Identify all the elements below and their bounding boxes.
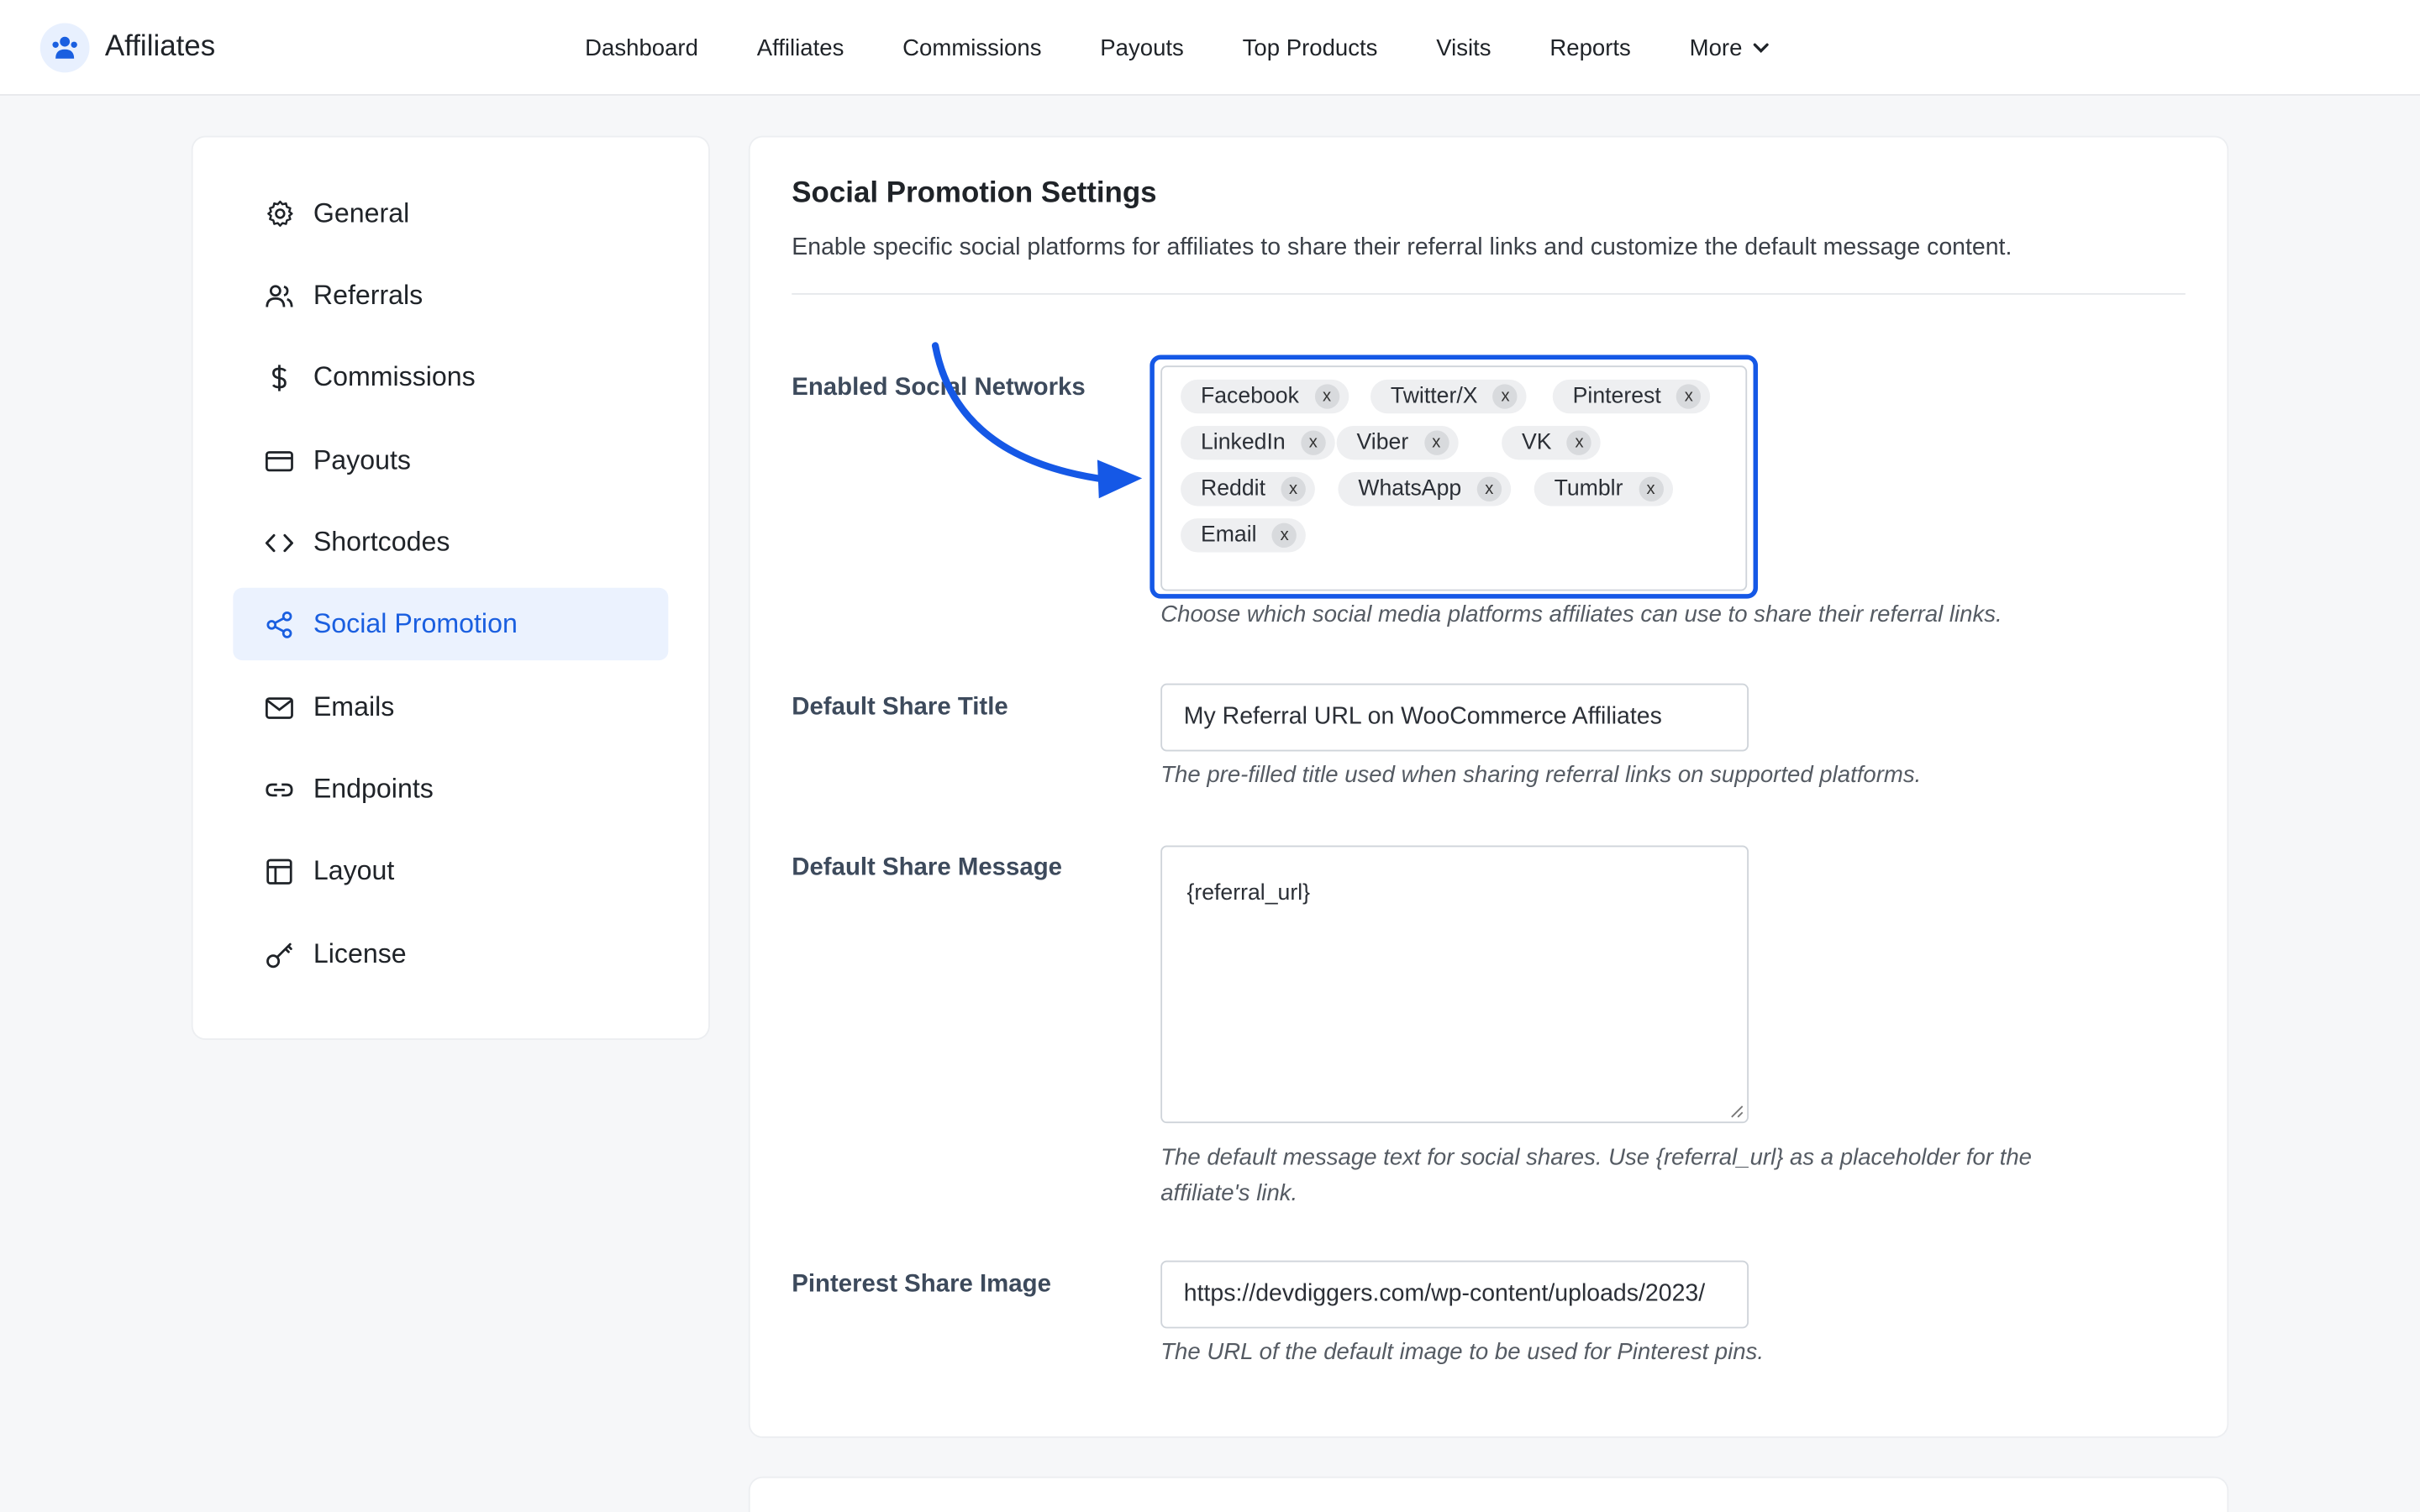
sidebar-item-label: Commissions (313, 360, 476, 392)
tag-label: WhatsApp (1358, 476, 1462, 501)
mail-icon (264, 692, 295, 723)
code-icon (264, 527, 295, 558)
chevron-down-icon (1753, 43, 1769, 53)
sidebar-item-shortcodes[interactable]: Shortcodes (233, 506, 668, 578)
app-name: Affiliates (104, 30, 216, 64)
social-networks-select[interactable]: Facebook x Twitter/X x Pinterest x Linke… (1160, 365, 1748, 591)
affiliate-people-icon (39, 23, 90, 73)
remove-tag-button[interactable]: x (1281, 476, 1306, 501)
remove-tag-button[interactable]: x (1423, 430, 1449, 455)
share-message-label: Default Share Message (792, 854, 1063, 881)
nav-affiliates[interactable]: Affiliates (757, 34, 844, 60)
share-title-input[interactable]: My Referral URL on WooCommerce Affiliate… (1160, 683, 1749, 752)
sidebar-item-label: Payouts (313, 444, 412, 475)
sidebar-item-layout[interactable]: Layout (233, 835, 668, 907)
tag-label: VK (1522, 430, 1552, 455)
tag-label: Facebook (1200, 384, 1299, 409)
resize-handle-icon[interactable] (1728, 1103, 1744, 1118)
users-icon (264, 280, 295, 311)
tag-tumblr: Tumblr x (1534, 472, 1673, 507)
remove-tag-button[interactable]: x (1638, 476, 1664, 501)
remove-tag-button[interactable]: x (1314, 384, 1339, 409)
sidebar-item-label: Social Promotion (313, 607, 518, 639)
sidebar-item-label: Referrals (313, 279, 424, 311)
share-message-value: {referral_url} (1186, 880, 1311, 906)
remove-tag-button[interactable]: x (1676, 384, 1702, 409)
tag-label: Viber (1356, 430, 1409, 455)
tag-label: Reddit (1200, 476, 1265, 501)
sidebar-item-label: Emails (313, 690, 395, 722)
remove-tag-button[interactable]: x (1271, 522, 1297, 549)
enabled-networks-help: Choose which social media platforms affi… (1160, 601, 2002, 628)
tag-label: Twitter/X (1390, 384, 1478, 409)
app-root: Affiliates Dashboard Affiliates Commissi… (0, 0, 2420, 1512)
nav-top-products[interactable]: Top Products (1243, 34, 1378, 60)
nav-dashboard[interactable]: Dashboard (585, 34, 698, 60)
page-description: Enable specific social platforms for aff… (792, 234, 2012, 261)
pinterest-image-help: The URL of the default image to be used … (1160, 1339, 1765, 1366)
share-message-help-line1: The default message text for social shar… (1160, 1144, 2033, 1172)
settings-panel: Social Promotion Settings Enable specifi… (750, 137, 2228, 1437)
tag-pinterest: Pinterest x (1552, 379, 1711, 414)
sidebar-item-label: Layout (313, 854, 395, 886)
share-title-help: The pre-filled title used when sharing r… (1160, 762, 1922, 789)
tag-email: Email x (1181, 518, 1307, 553)
layout-icon (264, 855, 295, 886)
tag-label: Email (1200, 522, 1257, 549)
tag-reddit: Reddit x (1181, 472, 1315, 507)
tag-label: LinkedIn (1200, 430, 1286, 455)
remove-tag-button[interactable]: x (1476, 476, 1502, 501)
tag-whatsapp: WhatsApp x (1338, 472, 1511, 507)
share-title-label: Default Share Title (792, 694, 1008, 721)
page-title: Social Promotion Settings (792, 177, 1157, 210)
next-section-card (750, 1478, 2228, 1512)
remove-tag-button[interactable]: x (1492, 384, 1518, 409)
key-icon (264, 939, 295, 970)
pinterest-image-label: Pinterest Share Image (792, 1271, 1051, 1298)
link-icon (264, 774, 295, 805)
dollar-icon (264, 362, 295, 393)
divider (792, 292, 2186, 295)
nav-reports[interactable]: Reports (1549, 34, 1630, 60)
nav-commissions[interactable]: Commissions (902, 34, 1041, 60)
tag-linkedin: LinkedIn x (1181, 425, 1335, 460)
sidebar-item-label: License (313, 937, 407, 969)
nav-payouts[interactable]: Payouts (1100, 34, 1184, 60)
tag-facebook: Facebook x (1181, 379, 1349, 414)
sidebar-item-commissions[interactable]: Commissions (233, 341, 668, 413)
tag-twitter-x: Twitter/X x (1370, 379, 1528, 414)
top-nav: Dashboard Affiliates Commissions Payouts… (585, 0, 1770, 96)
sidebar-item-payouts[interactable]: Payouts (233, 424, 668, 496)
tag-label: Tumblr (1554, 476, 1623, 501)
sidebar-item-referrals[interactable]: Referrals (233, 260, 668, 332)
brand[interactable]: Affiliates (39, 22, 216, 74)
share-message-textarea[interactable]: {referral_url} (1160, 845, 1749, 1124)
annotation-arrow-icon (931, 342, 1143, 499)
sidebar-item-general[interactable]: General (233, 177, 668, 249)
sidebar-item-label: Shortcodes (313, 526, 450, 558)
settings-sidebar: General Referrals Commissions Payouts Sh… (192, 137, 709, 1039)
nav-more[interactable]: More (1689, 34, 1770, 61)
sidebar-item-label: General (313, 197, 410, 228)
share-icon (264, 609, 295, 640)
tag-viber: Viber x (1336, 425, 1458, 460)
nav-visits[interactable]: Visits (1436, 34, 1491, 60)
share-message-help-line2: affiliate's link. (1160, 1180, 1298, 1207)
tag-vk: VK x (1502, 425, 1602, 460)
nav-more-label: More (1689, 34, 1743, 61)
sidebar-item-endpoints[interactable]: Endpoints (233, 753, 668, 825)
tag-label: Pinterest (1572, 384, 1661, 409)
top-bar: Affiliates Dashboard Affiliates Commissi… (0, 0, 2420, 96)
sidebar-item-emails[interactable]: Emails (233, 671, 668, 743)
remove-tag-button[interactable]: x (1301, 430, 1326, 455)
pinterest-image-input[interactable]: https://devdiggers.com/wp-content/upload… (1160, 1260, 1749, 1329)
sidebar-item-label: Endpoints (313, 773, 434, 804)
gear-icon (264, 198, 295, 229)
remove-tag-button[interactable]: x (1566, 430, 1592, 455)
sidebar-item-license[interactable]: License (233, 918, 668, 990)
credit-card-icon (264, 445, 295, 476)
sidebar-item-social-promotion[interactable]: Social Promotion (233, 587, 669, 661)
